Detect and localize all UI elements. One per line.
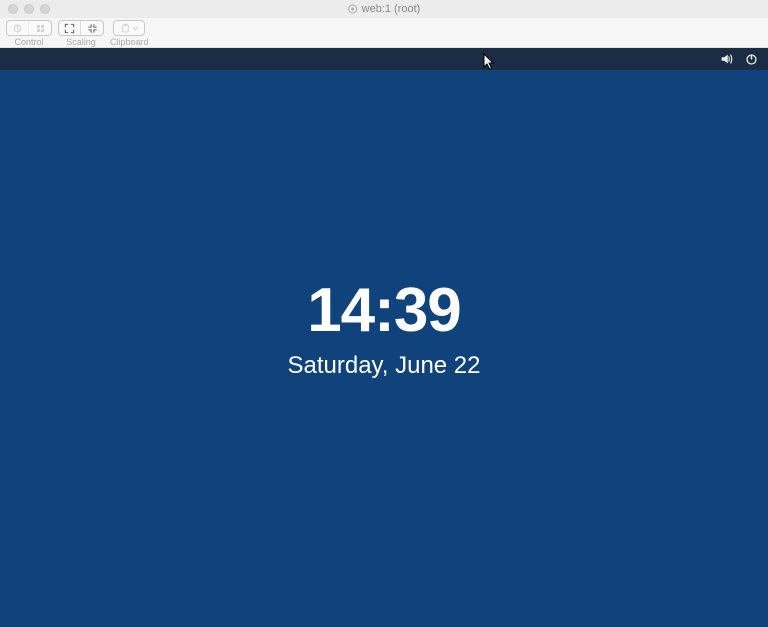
close-window-button[interactable] bbox=[8, 4, 18, 14]
traffic-lights bbox=[8, 4, 50, 14]
control-connect-button[interactable] bbox=[7, 21, 29, 35]
remote-screen[interactable]: 14:39 Saturday, June 22 bbox=[0, 48, 768, 627]
control-options-button[interactable] bbox=[29, 21, 51, 35]
scaling-shrink-button[interactable] bbox=[81, 21, 103, 35]
scaling-expand-button[interactable] bbox=[59, 21, 81, 35]
clock-date: Saturday, June 22 bbox=[287, 352, 480, 380]
clipboard-button[interactable] bbox=[114, 21, 144, 35]
window-title-text: web:1 (root) bbox=[362, 3, 421, 15]
window-titlebar: web:1 (root) bbox=[0, 0, 768, 18]
vnc-icon bbox=[348, 4, 358, 14]
clock-time: 14:39 bbox=[307, 275, 461, 346]
lock-screen[interactable]: 14:39 Saturday, June 22 bbox=[0, 38, 768, 617]
minimize-window-button[interactable] bbox=[24, 4, 34, 14]
window-title: web:1 (root) bbox=[348, 3, 421, 15]
zoom-window-button[interactable] bbox=[40, 4, 50, 14]
